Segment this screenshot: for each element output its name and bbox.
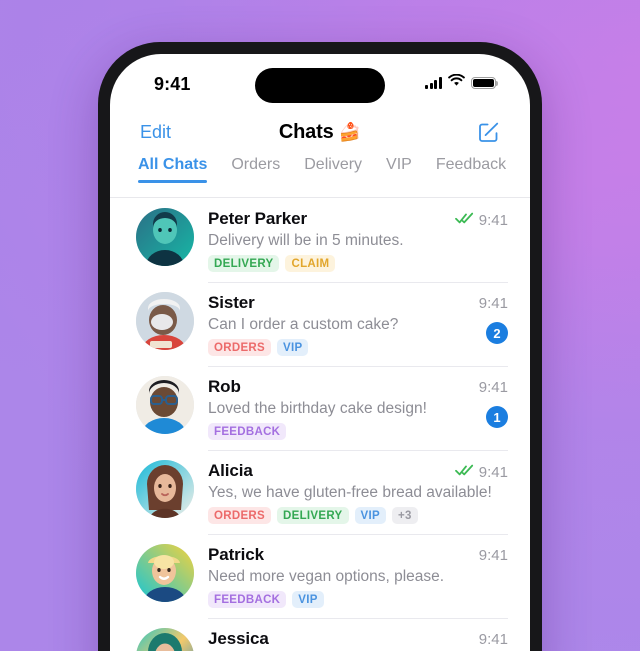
status-badge: VIP xyxy=(354,507,386,524)
tag-row: ORDERS VIP xyxy=(208,339,508,356)
status-badge: ORDERS xyxy=(208,339,272,356)
chat-row-header: Alicia 9:41 xyxy=(208,461,508,481)
status-badge: VIP xyxy=(292,591,324,608)
chat-row-header: Peter Parker 9:41 xyxy=(208,209,508,229)
list-item[interactable]: Alicia 9:41 Yes, we have gluten-free bre… xyxy=(110,450,530,534)
wifi-icon xyxy=(448,73,465,92)
tab-bar: All Chats Orders Delivery VIP Feedback E xyxy=(110,156,530,198)
chat-preview: Delivery will be in 5 minutes. xyxy=(208,232,404,249)
chat-preview: Loved the birthday cake design! xyxy=(208,400,427,417)
status-badge: CLAIM xyxy=(285,255,336,272)
chat-row-meta: 9:41 xyxy=(454,463,508,481)
tag-row: FEEDBACK VIP xyxy=(208,591,508,608)
avatar xyxy=(136,460,194,518)
edit-button[interactable]: Edit xyxy=(140,122,171,143)
navigation-bar: Edit Chats 🍰 xyxy=(110,108,530,156)
chat-preview: Need more vegan options, please. xyxy=(208,568,445,585)
cake-emoji-icon: 🍰 xyxy=(338,121,362,142)
chat-row-meta: 9:41 xyxy=(479,379,508,396)
status-badge: DELIVERY xyxy=(277,507,349,524)
chat-preview: Yes, we have gluten-free bread available… xyxy=(208,484,492,501)
chat-timestamp: 9:41 xyxy=(478,379,508,396)
chat-row-header: Patrick 9:41 xyxy=(208,545,508,565)
avatar xyxy=(136,628,194,651)
chat-row-meta: 9:41 xyxy=(479,547,508,564)
chat-name: Jessica xyxy=(208,629,269,648)
list-item[interactable]: Patrick 9:41 Need more vegan options, pl… xyxy=(110,534,530,618)
avatar xyxy=(136,292,194,350)
tab-all-chats[interactable]: All Chats xyxy=(138,156,208,183)
avatar xyxy=(136,208,194,266)
avatar xyxy=(136,544,194,602)
compose-icon xyxy=(479,122,499,142)
status-badge-overflow: +3 xyxy=(391,507,418,524)
unread-count-badge: 1 xyxy=(486,406,508,428)
avatar xyxy=(136,376,194,434)
phone-screen: 9:41 Edit Chats 🍰 All Chats Orders Deliv… xyxy=(110,54,530,651)
dynamic-island xyxy=(255,68,385,103)
chat-row-content: Rob 9:41 Loved the birthday cake design!… xyxy=(208,366,508,440)
list-item[interactable]: Peter Parker 9:41 Delivery will be in 5 … xyxy=(110,198,530,282)
chat-row-content: Peter Parker 9:41 Delivery will be in 5 … xyxy=(208,208,508,272)
read-receipt-icon xyxy=(454,463,474,481)
tab-delivery[interactable]: Delivery xyxy=(304,156,362,183)
chat-name: Sister xyxy=(208,293,255,312)
chat-row-content: Patrick 9:41 Need more vegan options, pl… xyxy=(208,534,508,608)
page-title-text: Chats xyxy=(278,120,334,143)
list-item[interactable]: Jessica 9:41 Nice, got it. xyxy=(110,618,530,651)
chat-timestamp: 9:41 xyxy=(478,547,508,564)
chat-preview: Can I order a custom cake? xyxy=(208,316,399,333)
chat-name: Patrick xyxy=(208,545,265,564)
tab-feedback[interactable]: Feedback xyxy=(436,156,506,183)
chat-name: Rob xyxy=(208,377,241,396)
chat-row-header: Jessica 9:41 xyxy=(208,629,508,649)
chat-timestamp: 9:41 xyxy=(478,211,508,229)
cellular-signal-icon xyxy=(425,77,442,89)
tag-row: DELIVERY CLAIM xyxy=(208,255,508,272)
chat-row-meta: 9:41 xyxy=(454,211,508,229)
chat-timestamp: 9:41 xyxy=(478,463,508,481)
chat-timestamp: 9:41 xyxy=(478,631,508,648)
compose-button[interactable] xyxy=(476,119,502,145)
page-title: Chats 🍰 xyxy=(110,121,530,144)
status-bar-icons xyxy=(425,73,499,92)
chat-list: Peter Parker 9:41 Delivery will be in 5 … xyxy=(110,198,530,651)
phone-frame: 9:41 Edit Chats 🍰 All Chats Orders Deliv… xyxy=(91,35,549,651)
chat-name: Alicia xyxy=(208,461,253,480)
status-bar-clock: 9:41 xyxy=(154,74,191,94)
chat-row-meta: 9:41 xyxy=(479,631,508,648)
read-receipt-icon xyxy=(454,211,474,229)
list-item[interactable]: Sister 9:41 Can I order a custom cake? O… xyxy=(110,282,530,366)
chat-timestamp: 9:41 xyxy=(478,295,508,312)
chat-row-content: Alicia 9:41 Yes, we have gluten-free bre… xyxy=(208,450,508,524)
status-badge: VIP xyxy=(277,339,309,356)
status-bar: 9:41 xyxy=(110,54,530,108)
chat-name: Peter Parker xyxy=(208,209,307,228)
tab-orders[interactable]: Orders xyxy=(231,156,280,183)
status-badge: DELIVERY xyxy=(208,255,280,272)
chat-row-content: Jessica 9:41 Nice, got it. xyxy=(208,618,508,651)
status-badge: ORDERS xyxy=(208,507,272,524)
chat-row-content: Sister 9:41 Can I order a custom cake? O… xyxy=(208,282,508,356)
chat-row-header: Rob 9:41 xyxy=(208,377,508,397)
tag-row: FEEDBACK xyxy=(208,423,508,440)
status-badge: FEEDBACK xyxy=(208,423,287,440)
status-badge: FEEDBACK xyxy=(208,591,287,608)
unread-count-badge: 2 xyxy=(486,322,508,344)
tab-vip[interactable]: VIP xyxy=(386,156,412,183)
tag-row: ORDERS DELIVERY VIP +3 xyxy=(208,507,508,524)
chat-row-meta: 9:41 xyxy=(479,295,508,312)
battery-full-icon xyxy=(471,76,499,90)
list-item[interactable]: Rob 9:41 Loved the birthday cake design!… xyxy=(110,366,530,450)
chat-row-header: Sister 9:41 xyxy=(208,293,508,313)
